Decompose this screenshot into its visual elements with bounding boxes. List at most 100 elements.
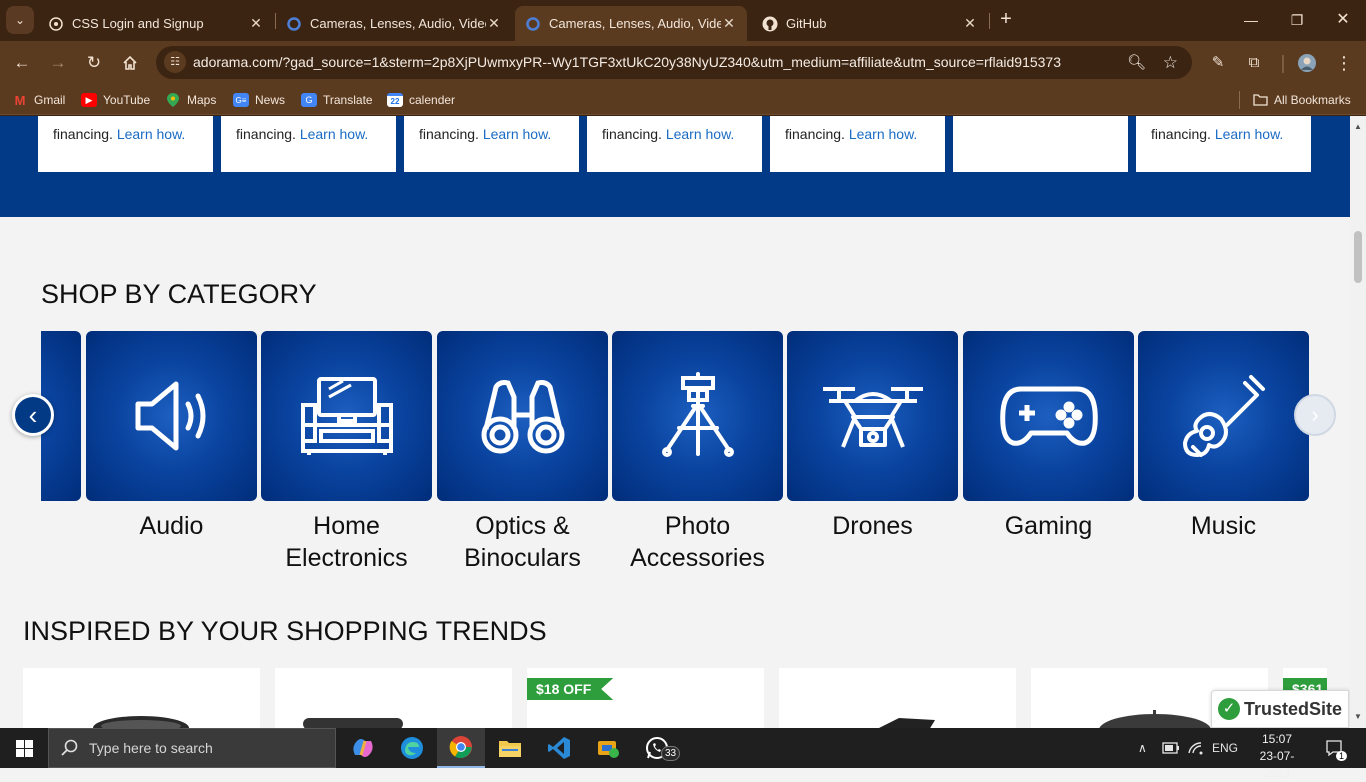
category-tile[interactable] [612,331,783,501]
show-hidden-icons[interactable]: ∧ [1138,728,1147,768]
github-icon [762,16,778,32]
carousel-prev-button[interactable]: ‹ [12,394,54,436]
tab-github[interactable]: GitHub ✕ [752,6,988,41]
close-window-button[interactable]: ✕ [1320,6,1366,34]
scroll-down-icon[interactable]: ▼ [1354,712,1362,721]
category-carousel: Audio Home Electronics Optics & Binocula… [41,331,1309,591]
learn-how-link[interactable]: Learn how. [300,126,369,142]
check-icon: ✓ [1218,698,1240,720]
learn-how-link[interactable]: Learn how. [1215,126,1284,142]
financing-card: financing. Learn how. [587,116,762,172]
category-tile[interactable] [963,331,1134,501]
speaker-icon [135,381,205,451]
bookmark-gmail[interactable]: M Gmail [12,91,66,109]
category-label: Audio [139,512,204,540]
tab-adorama-2-active[interactable]: Cameras, Lenses, Audio, Video, ✕ [515,6,747,41]
product-card[interactable] [23,668,260,728]
battery-icon [1162,742,1179,754]
bookmark-youtube[interactable]: ▶ YouTube [81,91,150,109]
category-music[interactable]: Music [1138,331,1309,542]
menu-kebab-icon[interactable]: ⋮ [1330,49,1358,77]
youtube-icon: ▶ [81,93,97,107]
taskbar-clock[interactable]: 15:07 23-07-2024 [1249,731,1305,782]
tab-search-button[interactable]: ⌄ [6,6,34,34]
trustedsite-badge[interactable]: ✓ TrustedSite [1211,690,1349,728]
category-home-electronics[interactable]: Home Electronics [261,331,432,574]
tab-close-icon[interactable]: ✕ [486,15,502,32]
extensions-icon[interactable]: ⧉ [1240,49,1268,77]
address-bar[interactable]: ☷ adorama.com/?gad_source=1&sterm=2p8XjP… [156,46,1192,79]
category-tile[interactable] [1138,331,1309,501]
learn-how-link[interactable]: Learn how. [666,126,735,142]
back-button[interactable]: ← [8,49,36,77]
chrome-app[interactable] [437,728,485,768]
taskbar-search-box[interactable]: Type here to search [48,728,336,768]
category-gaming[interactable]: Gaming [963,331,1134,542]
vscode-app[interactable] [535,728,583,768]
home-button[interactable] [116,49,144,77]
wifi-tray[interactable] [1187,728,1205,768]
learn-how-link[interactable]: Learn how. [483,126,552,142]
forward-button[interactable]: → [44,49,72,77]
financing-text: financing. [602,126,666,142]
category-label: Drones [832,512,913,540]
video-editor-icon [598,741,619,758]
file-explorer-app[interactable] [486,728,534,768]
page-scrollbar[interactable]: ▲ ▼ [1350,116,1366,728]
product-card[interactable] [779,668,1016,728]
search-placeholder: Type here to search [89,740,213,756]
reload-button[interactable]: ↻ [80,49,108,77]
start-button[interactable] [0,728,48,768]
learn-how-link[interactable]: Learn how. [849,126,918,142]
copilot-icon [353,739,373,757]
notification-center-button[interactable]: 1 [1325,728,1348,768]
language-indicator[interactable]: ENG [1212,728,1238,768]
video-app[interactable] [584,728,632,768]
product-thumbnail [879,718,935,728]
bookmark-news[interactable]: G≡ News [233,91,285,109]
category-drones[interactable]: Drones [787,331,958,542]
copilot-app[interactable] [339,728,387,768]
tab-close-icon[interactable]: ✕ [721,15,737,32]
learn-how-link[interactable]: Learn how. [117,126,186,142]
tab-title: GitHub [786,16,827,31]
financing-text: financing. [419,126,483,142]
tab-css-login[interactable]: CSS Login and Signup ✕ [38,6,274,41]
category-label: Gaming [1004,512,1093,540]
battery-tray[interactable] [1162,728,1180,768]
financing-text: financing. [236,126,300,142]
all-bookmarks[interactable]: All Bookmarks [1252,91,1351,109]
minimize-button[interactable]: — [1228,6,1274,34]
bookmark-translate[interactable]: G Translate [301,91,373,109]
financing-text: financing. [1151,126,1215,142]
product-card[interactable] [275,668,512,728]
category-tile[interactable] [86,331,257,501]
tab-adorama-1[interactable]: Cameras, Lenses, Audio, Video, ✕ [276,6,512,41]
gamepad-icon [999,386,1098,446]
pen-extension-icon[interactable]: ✎ [1204,49,1232,77]
tab-close-icon[interactable]: ✕ [248,15,264,32]
tab-close-icon[interactable]: ✕ [962,15,978,32]
scroll-up-icon[interactable]: ▲ [1354,122,1362,131]
category-photo-accessories[interactable]: Photo Accessories [612,331,783,574]
category-audio[interactable]: Audio [86,331,257,542]
url-text[interactable]: adorama.com/?gad_source=1&sterm=2p8XjPUw… [193,46,1061,79]
shopping-trends-title: INSPIRED BY YOUR SHOPPING TRENDS [23,616,547,646]
scrollbar-thumb[interactable] [1354,231,1362,283]
zoom-icon[interactable]: 🔍︎ [1127,46,1146,79]
category-tile[interactable] [437,331,608,501]
category-tile[interactable] [261,331,432,501]
edge-app[interactable] [388,728,436,768]
profile-avatar[interactable] [1293,49,1321,77]
category-optics[interactable]: Optics & Binoculars [437,331,608,574]
new-tab-button[interactable]: + [994,8,1018,32]
restore-button[interactable]: ❐ [1274,6,1320,34]
category-label: Photo Accessories [630,512,765,572]
bookmark-maps[interactable]: Maps [165,91,216,109]
category-tile[interactable] [787,331,958,501]
whatsapp-app[interactable]: 33 [633,728,681,768]
bookmark-star-icon[interactable]: ☆ [1163,46,1178,79]
carousel-next-button[interactable]: › [1294,394,1336,436]
bookmark-calendar[interactable]: 22 calender [387,91,455,109]
site-info-icon[interactable]: ☷ [164,51,186,73]
